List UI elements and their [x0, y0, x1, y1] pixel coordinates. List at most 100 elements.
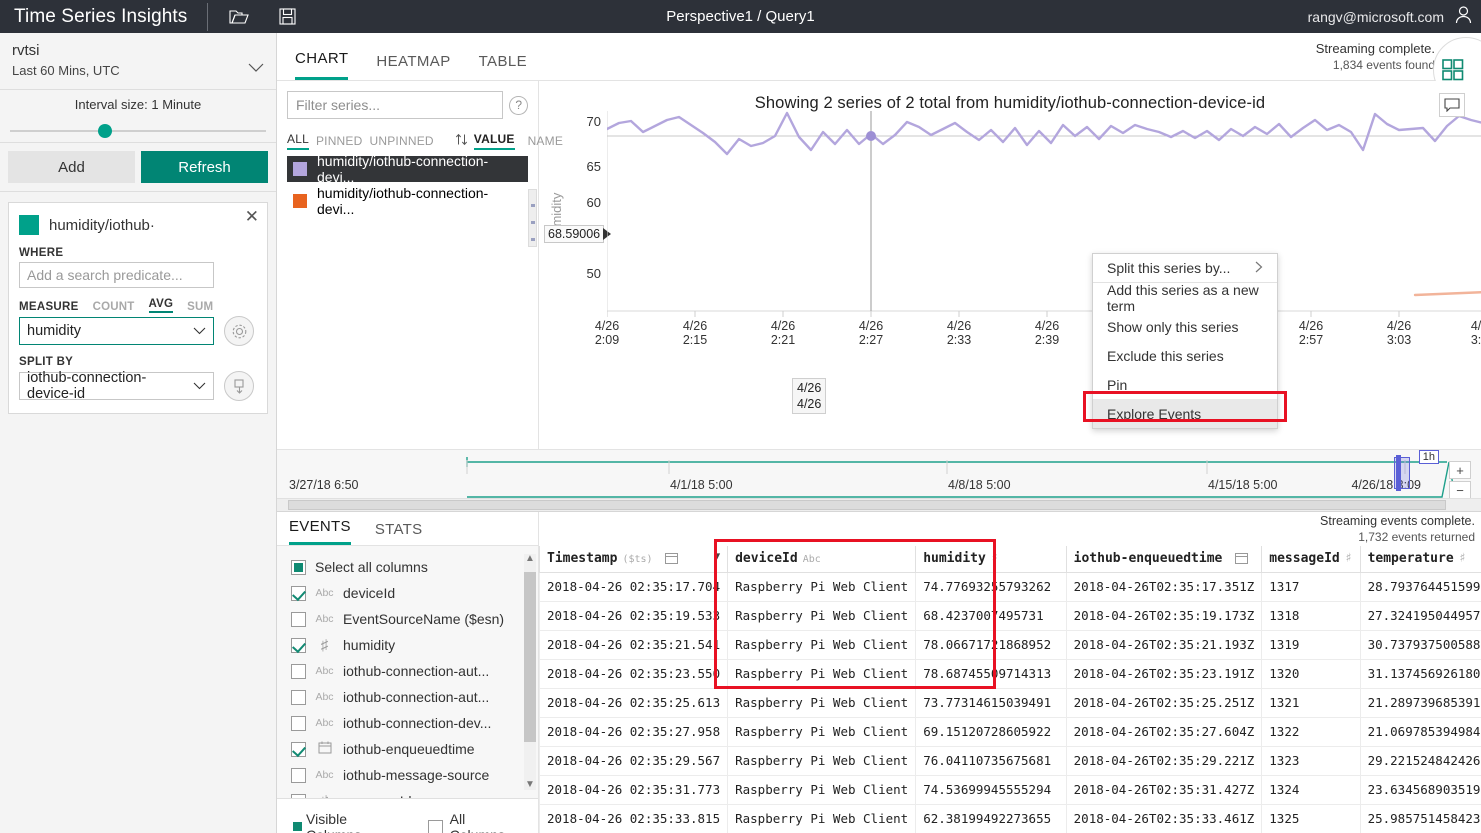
sort-by-value[interactable]: VALUE [474, 132, 515, 150]
add-button[interactable]: Add [8, 151, 135, 183]
close-icon[interactable]: ✕ [245, 209, 259, 225]
table-cell: 27.32419504495708 [1360, 601, 1481, 630]
column-checkbox[interactable] [291, 664, 306, 679]
measure-select[interactable]: humidity [19, 317, 214, 345]
pin-filter-unpinned[interactable]: UNPINNED [370, 134, 434, 148]
sort-icon[interactable] [455, 133, 468, 149]
table-cell: Raspberry Pi Web Client [728, 572, 916, 601]
column-row-iothub-message-source[interactable]: Abc iothub-message-source [277, 762, 538, 788]
divider [207, 3, 208, 31]
clone-down-icon[interactable] [224, 371, 254, 401]
select-all-columns-row[interactable]: Select all columns [277, 554, 538, 580]
column-checkbox[interactable] [291, 586, 306, 601]
zoom-in-button[interactable]: + [1449, 461, 1471, 479]
tab-events[interactable]: EVENTS [289, 518, 351, 545]
column-row-iothub-connection-auth-method[interactable]: Abc iothub-connection-aut... [277, 658, 538, 684]
column-row-deviceId[interactable]: Abc deviceId [277, 580, 538, 606]
splitby-select[interactable]: iothub-connection-device-id [19, 372, 214, 400]
save-icon[interactable] [272, 2, 302, 32]
tab-table[interactable]: TABLE [479, 53, 527, 80]
column-checkbox[interactable] [291, 768, 306, 783]
table-body: 2018-04-26 02:35:17.704Raspberry Pi Web … [540, 572, 1481, 833]
ctx-explore-events[interactable]: Explore Events [1093, 399, 1277, 428]
column-checkbox[interactable] [291, 690, 306, 705]
table-row[interactable]: 2018-04-26 02:35:31.773Raspberry Pi Web … [540, 775, 1481, 804]
account-icon[interactable] [1454, 5, 1473, 29]
column-list-scrollbar[interactable]: ▲ ▼ [524, 554, 536, 790]
series-row-2[interactable]: humidity/iothub-connection-devi... [287, 188, 528, 214]
table-cell: 2018-04-26T02:35:17.351Z [1066, 572, 1262, 601]
table-cell: 1323 [1262, 746, 1360, 775]
column-checkbox[interactable] [291, 638, 306, 653]
tab-heatmap[interactable]: HEATMAP [376, 53, 450, 80]
column-checkbox[interactable] [291, 794, 306, 799]
ctx-add-series-as-new-term[interactable]: Add this series as a new term [1093, 283, 1277, 312]
table-row[interactable]: 2018-04-26 02:35:17.704Raspberry Pi Web … [540, 572, 1481, 601]
select-all-columns-checkbox[interactable] [291, 560, 306, 575]
series-row-1[interactable]: humidity/iothub-connection-devi... [287, 156, 528, 182]
table-row[interactable]: 2018-04-26 02:35:25.613Raspberry Pi Web … [540, 688, 1481, 717]
table-row[interactable]: 2018-04-26 02:35:33.815Raspberry Pi Web … [540, 804, 1481, 833]
zoom-out-button[interactable]: − [1449, 481, 1471, 499]
refresh-button[interactable]: Refresh [141, 151, 268, 183]
filter-series-input[interactable]: Filter series... [287, 91, 503, 119]
search-predicate-input[interactable]: Add a search predicate... [19, 262, 214, 288]
column-row-iothub-connection-auth-generation-id[interactable]: Abc iothub-connection-aut... [277, 684, 538, 710]
availability-timeline[interactable]: 3/27/18 6:50 4/1/18 5:00 4/8/18 5:00 4/1… [277, 449, 1481, 511]
timeline-selection-handle[interactable] [1396, 455, 1401, 491]
column-row-EventSourceName[interactable]: Abc EventSourceName ($esn) [277, 606, 538, 632]
table-cell: 2018-04-26 02:35:25.613 [540, 688, 728, 717]
ctx-split-this-series-by[interactable]: Split this series by... [1093, 254, 1277, 283]
col-header-temperature[interactable]: temperature♯ [1360, 546, 1481, 572]
table-row[interactable]: 2018-04-26 02:35:23.550Raspberry Pi Web … [540, 659, 1481, 688]
pin-filter-all[interactable]: ALL [287, 132, 309, 150]
agg-avg[interactable]: AVG [149, 298, 174, 313]
all-columns-checkbox[interactable] [428, 820, 443, 833]
column-row-iothub-enqueuedtime[interactable]: iothub-enqueuedtime [277, 736, 538, 762]
tab-stats[interactable]: STATS [375, 521, 423, 545]
tab-chart[interactable]: CHART [295, 50, 348, 80]
ctx-show-only-this-series[interactable]: Show only this series [1093, 312, 1277, 341]
table-cell: 2018-04-26 02:35:33.815 [540, 804, 728, 833]
timeline-scrollbar-thumb[interactable] [288, 500, 1446, 510]
timeline-scrollbar[interactable] [277, 498, 1481, 511]
scroll-up-arrow-icon[interactable]: ▲ [525, 554, 535, 564]
comment-icon[interactable] [1439, 93, 1465, 117]
table-row[interactable]: 2018-04-26 02:35:29.567Raspberry Pi Web … [540, 746, 1481, 775]
term-color-swatch[interactable] [19, 215, 39, 235]
slider-thumb[interactable] [98, 124, 112, 138]
pin-filter-pinned[interactable]: PINNED [316, 134, 363, 148]
col-header-timestamp[interactable]: Timestamp($ts) ▼ [540, 546, 728, 572]
column-row-messageId[interactable]: ♯ messageId [277, 788, 538, 798]
col-header-deviceId[interactable]: deviceIdAbc [728, 546, 916, 572]
gear-icon[interactable] [224, 316, 254, 346]
column-checkbox[interactable] [291, 612, 306, 627]
table-cell: 2018-04-26T02:35:33.461Z [1066, 804, 1262, 833]
panel-splitter-handle[interactable] [528, 189, 537, 247]
table-row[interactable]: 2018-04-26 02:35:19.533Raspberry Pi Web … [540, 601, 1481, 630]
table-row[interactable]: 2018-04-26 02:35:27.958Raspberry Pi Web … [540, 717, 1481, 746]
x-tick-1: 4/262:15 [672, 319, 718, 347]
help-icon[interactable]: ? [509, 96, 528, 115]
ctx-pin[interactable]: Pin [1093, 370, 1277, 399]
col-header-messageId[interactable]: messageId♯ [1262, 546, 1360, 572]
column-checkbox[interactable] [291, 716, 306, 731]
column-checkbox[interactable] [291, 742, 306, 757]
table-row[interactable]: 2018-04-26 02:35:21.541Raspberry Pi Web … [540, 630, 1481, 659]
scroll-down-arrow-icon[interactable]: ▼ [525, 780, 535, 790]
type-hash-icon: ♯ [315, 793, 334, 799]
column-list-scroll-thumb[interactable] [524, 572, 536, 742]
sort-desc-icon[interactable]: ▼ [714, 551, 720, 562]
agg-count[interactable]: COUNT [93, 301, 135, 313]
column-row-humidity[interactable]: ♯ humidity [277, 632, 538, 658]
table-cell: 1325 [1262, 804, 1360, 833]
environment-selector[interactable]: rvtsi Last 60 Mins, UTC [0, 33, 276, 90]
interval-slider[interactable] [10, 124, 266, 138]
agg-sum[interactable]: SUM [187, 301, 213, 313]
visible-columns-checkbox[interactable] [291, 820, 306, 833]
col-header-iothub-enqueuedtime[interactable]: iothub-enqueuedtime [1066, 546, 1262, 572]
column-row-iothub-connection-device-id[interactable]: Abc iothub-connection-dev... [277, 710, 538, 736]
col-header-humidity[interactable]: humidity♯ [916, 546, 1066, 572]
ctx-exclude-this-series[interactable]: Exclude this series [1093, 341, 1277, 370]
folder-open-icon[interactable] [224, 2, 254, 32]
